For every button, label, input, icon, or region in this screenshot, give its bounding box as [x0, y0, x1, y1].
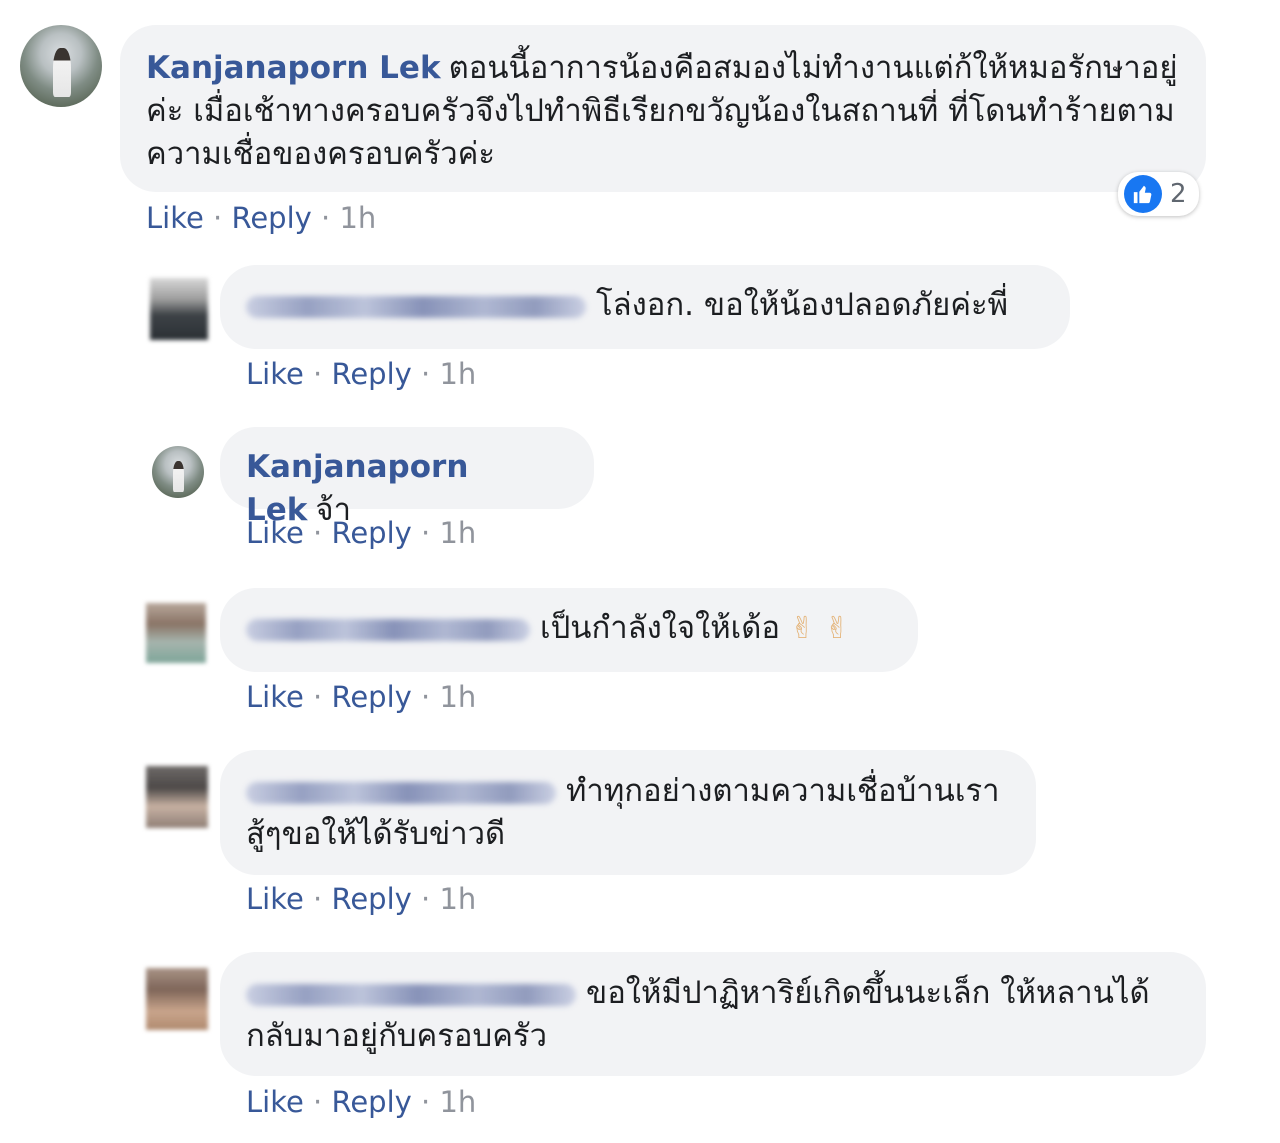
reply-bubble: ขอให้มีปาฏิหาริย์เกิดขึ้นนะเล็ก ให้หลานไ…: [220, 952, 1206, 1076]
reply-link[interactable]: Reply: [231, 201, 311, 235]
avatar[interactable]: [146, 766, 208, 828]
blurred-author-name[interactable]: [246, 618, 530, 641]
reply-link[interactable]: Reply: [331, 1085, 411, 1119]
reply-actions: Like · Reply · 1h: [246, 515, 476, 551]
like-link[interactable]: Like: [146, 201, 204, 235]
avatar[interactable]: [150, 278, 208, 340]
like-link[interactable]: Like: [246, 357, 304, 391]
blurred-author-name[interactable]: [246, 295, 586, 318]
separator: ·: [313, 680, 323, 714]
timestamp[interactable]: 1h: [439, 882, 476, 916]
separator: ·: [313, 516, 323, 550]
timestamp[interactable]: 1h: [439, 1085, 476, 1119]
reply-text: เป็นกำลังใจให้เด้อ: [540, 610, 780, 646]
timestamp[interactable]: 1h: [439, 680, 476, 714]
separator: ·: [321, 201, 331, 235]
like-link[interactable]: Like: [246, 516, 304, 550]
comment-actions: Like · Reply · 1h: [146, 200, 376, 236]
thumbs-up-icon: [1124, 175, 1162, 213]
avatar-figure: [172, 460, 185, 492]
separator: ·: [421, 882, 431, 916]
reply-bubble: ทำทุกอย่างตามความเชื่อบ้านเรา สู้ๆขอให้ไ…: [220, 750, 1036, 875]
separator: ·: [213, 201, 223, 235]
timestamp[interactable]: 1h: [439, 357, 476, 391]
separator: ·: [421, 357, 431, 391]
reply-bubble: เป็นกำลังใจให้เด้อ ✌ ✌: [220, 588, 918, 672]
reply-actions: Like · Reply · 1h: [246, 679, 476, 715]
victory-hand-icon: ✌ ✌: [789, 611, 850, 646]
separator: ·: [313, 357, 323, 391]
separator: ·: [313, 882, 323, 916]
like-link[interactable]: Like: [246, 1085, 304, 1119]
reply-link[interactable]: Reply: [331, 680, 411, 714]
reply-actions: Like · Reply · 1h: [246, 356, 476, 392]
avatar[interactable]: [146, 968, 208, 1030]
blurred-author-name[interactable]: [246, 983, 576, 1006]
comment-bubble: Kanjanaporn Lek ตอนนี้อาการน้องคือสมองไม่…: [120, 25, 1206, 192]
separator: ·: [421, 680, 431, 714]
reaction-count: 2: [1170, 179, 1187, 209]
reply-link[interactable]: Reply: [331, 516, 411, 550]
separator: ·: [421, 516, 431, 550]
reply-link[interactable]: Reply: [331, 357, 411, 391]
avatar[interactable]: [152, 446, 204, 498]
blurred-author-name[interactable]: [246, 781, 556, 804]
avatar[interactable]: [146, 603, 206, 663]
separator: ·: [421, 1085, 431, 1119]
reply-bubble: โล่งอก. ขอให้น้องปลอดภัยค่ะพี่: [220, 265, 1070, 349]
reply-text: โล่งอก. ขอให้น้องปลอดภัยค่ะพี่: [596, 287, 1009, 323]
reply-actions: Like · Reply · 1h: [246, 881, 476, 917]
like-link[interactable]: Like: [246, 882, 304, 916]
avatar[interactable]: [20, 25, 102, 107]
reply-actions: Like · Reply · 1h: [246, 1084, 476, 1120]
separator: ·: [313, 1085, 323, 1119]
timestamp[interactable]: 1h: [439, 516, 476, 550]
timestamp[interactable]: 1h: [339, 201, 376, 235]
reaction-count-badge[interactable]: 2: [1118, 172, 1199, 216]
comment-author[interactable]: Kanjanaporn Lek: [146, 50, 441, 86]
reply-bubble: Kanjanaporn Lek จ้า: [220, 427, 594, 528]
like-link[interactable]: Like: [246, 680, 304, 714]
reply-link[interactable]: Reply: [331, 882, 411, 916]
avatar-figure: [52, 47, 71, 98]
